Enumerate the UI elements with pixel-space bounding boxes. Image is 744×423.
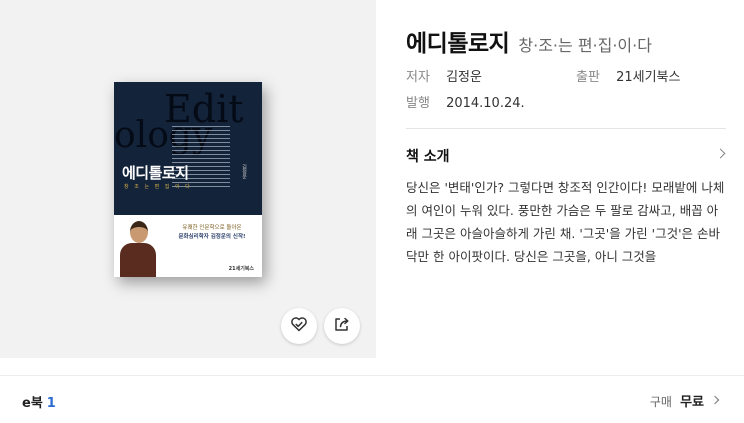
book-subtitle: 창·조·는 편·집·이·다 (518, 36, 652, 55)
share-icon (332, 314, 352, 338)
buy-price: 무료 (680, 395, 704, 410)
cover-author: 김정운 (241, 164, 247, 179)
book-title: 에디톨로지 (406, 31, 510, 57)
intro-header[interactable]: 책 소개 (406, 146, 726, 166)
ebook-count: 1 (46, 396, 56, 411)
intro-text: 당신은 '변태'인가? 그렇다면 창조적 인간이다! 모래밭에 나체의 여인이 … (406, 180, 725, 264)
meta-publisher: 출판 21세기북스 (576, 66, 680, 85)
author-label: 저자 (406, 70, 430, 85)
ebook-label: e북 (22, 396, 43, 411)
meta-pubdate: 발행 2014.10.24. (406, 92, 525, 111)
cover-subtitle: 창 조 는 편 집 이 다 (124, 184, 192, 190)
cover-title: 에디톨로지 (122, 164, 189, 182)
cover-quote: 유쾌한 인문학으로 돌아온 문화심리학자 김정운의 신작! (170, 224, 254, 242)
chevron-right-icon (715, 148, 726, 159)
intro-heading: 책 소개 (406, 149, 450, 165)
cover-publisher-mark: 21세기북스 (228, 266, 254, 272)
footer-divider (0, 375, 744, 376)
cover-quote-line2: 문화심리학자 김정운의 신작! (178, 233, 246, 240)
cover-panel: Edit ology 에디톨로지 창 조 는 편 집 이 다 김정운 유쾌한 인… (0, 0, 376, 358)
publisher-value[interactable]: 21세기북스 (616, 70, 680, 85)
chevron-right-icon (710, 395, 720, 405)
title-row: 에디톨로지 창·조·는 편·집·이·다 (406, 24, 652, 58)
cover-quote-line1: 유쾌한 인문학으로 돌아온 (182, 225, 242, 231)
like-button[interactable] (281, 308, 317, 344)
pubdate-label: 발행 (406, 96, 430, 111)
buy-label: 구매 (649, 395, 672, 409)
publisher-label: 출판 (576, 70, 600, 85)
ebook-link[interactable]: e북 1 (22, 392, 56, 411)
heart-check-icon (289, 314, 309, 338)
meta-author: 저자 김정운 (406, 66, 482, 85)
book-cover[interactable]: Edit ology 에디톨로지 창 조 는 편 집 이 다 김정운 유쾌한 인… (114, 82, 262, 277)
info-divider (406, 128, 726, 129)
cover-author-photo (120, 221, 156, 277)
author-value[interactable]: 김정운 (446, 70, 482, 85)
share-button[interactable] (324, 308, 360, 344)
pubdate-value: 2014.10.24. (446, 96, 525, 111)
buy-button[interactable]: 구매 무료 (649, 391, 720, 410)
